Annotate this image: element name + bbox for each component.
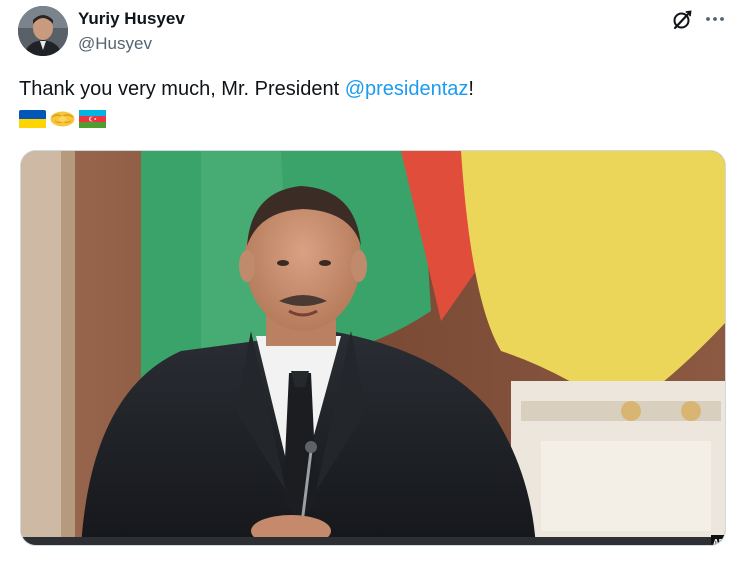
tweet-photo[interactable]: AP [20,150,726,546]
mention-link[interactable]: @presidentaz [345,78,469,100]
svg-text:AP: AP [713,538,725,546]
author-avatar[interactable] [18,6,68,56]
tweet-text: Thank you very much, Mr. President @pres… [19,77,474,101]
tweet-card: Yuriy Husyev @Husyev Thank you very much… [0,0,740,562]
emoji-row [19,109,106,129]
handshake-icon [50,111,75,127]
tweet-text-body: Thank you very much, Mr. President [19,78,345,100]
ukraine-flag-icon [19,110,46,128]
author-name[interactable]: Yuriy Husyev [78,9,185,29]
tweet-text-end: ! [468,78,474,100]
more-options-icon[interactable] [704,8,726,30]
grok-icon[interactable] [670,8,694,32]
azerbaijan-flag-icon [79,110,106,128]
author-handle[interactable]: @Husyev [78,34,152,54]
